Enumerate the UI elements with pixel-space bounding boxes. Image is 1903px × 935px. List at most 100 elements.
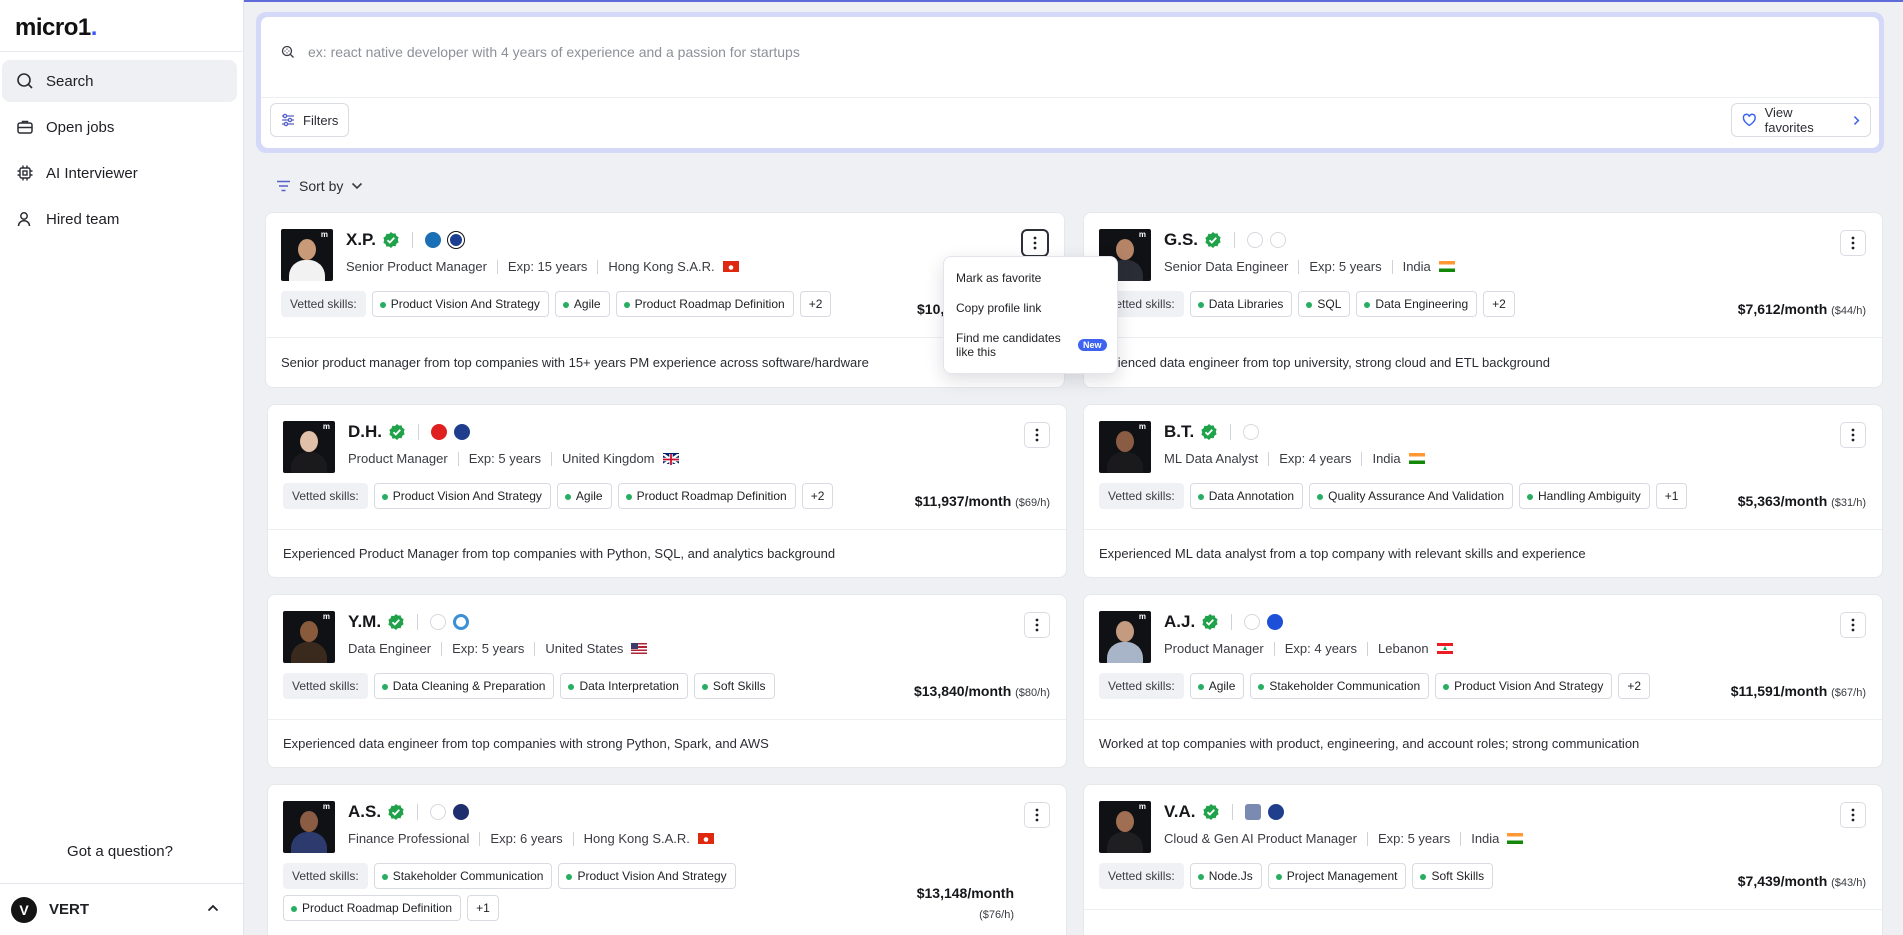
company-logo-icon [431, 424, 447, 440]
more-options-button[interactable] [1024, 612, 1050, 638]
more-skills-chip[interactable]: +1 [1655, 483, 1688, 509]
candidate-meta: Cloud & Gen AI Product Manager Exp: 5 ye… [1164, 831, 1524, 846]
candidate-card[interactable]: m Y.M. Data Engineer Exp: 5 years United… [267, 594, 1067, 768]
flag-icon [722, 261, 739, 272]
more-options-button[interactable] [1840, 802, 1866, 828]
people-icon [17, 212, 31, 227]
separator [551, 451, 552, 466]
candidate-price: $13,148/month ($76/h) [916, 885, 1014, 921]
candidate-meta: Product Manager Exp: 4 years Lebanon [1164, 641, 1453, 656]
candidate-card[interactable]: m A.J. Product Manager Exp: 4 years Leba… [1083, 594, 1883, 768]
candidate-card[interactable]: m D.H. Product Manager Exp: 5 years Unit… [267, 404, 1067, 578]
search-icon [17, 73, 33, 89]
search-input[interactable]: ex: react native developer with 4 years … [261, 17, 1879, 97]
candidate-name: X.P. [346, 230, 376, 249]
more-skills-chip[interactable]: +2 [801, 483, 834, 509]
skill-chip: Data Cleaning & Preparation [373, 673, 555, 699]
skill-chip: Stakeholder Communication [1250, 673, 1430, 699]
separator [479, 831, 481, 846]
search-box: ex: react native developer with 4 years … [261, 17, 1879, 148]
skill-chip: Handling Ambiguity [1519, 483, 1650, 509]
more-options-button[interactable] [1840, 230, 1866, 256]
candidate-card[interactable]: m G.S. Senior Data Engineer Exp: 5 years… [1083, 212, 1883, 388]
more-skills-chip[interactable]: +2 [1483, 291, 1515, 317]
vetted-skills: Vetted skills: Node.Js Project Managemen… [1099, 863, 1699, 889]
sidebar-item-open-jobs[interactable]: Open jobs [2, 106, 237, 148]
candidate-meta: ML Data Analyst Exp: 4 years India [1164, 451, 1425, 466]
sidebar-item-hired-team[interactable]: Hired team [2, 198, 237, 240]
sort-lines-icon [277, 180, 290, 192]
skill-chip: Soft Skills [1412, 863, 1494, 889]
sort-by-dropdown[interactable]: Sort by [276, 178, 371, 194]
filters-button[interactable]: Filters [270, 103, 350, 137]
skill-chip: Agile [1189, 673, 1245, 699]
card-divider [268, 719, 1066, 720]
company-logo-icon [430, 804, 447, 820]
verified-badge-icon [1201, 424, 1217, 440]
separator [1273, 641, 1275, 656]
separator [572, 831, 574, 846]
more-options-button[interactable] [1840, 422, 1866, 448]
candidate-description: Experienced data engineer from top compa… [283, 736, 769, 751]
vetted-skills: Vetted skills: Data Libraries SQL Data E… [1099, 291, 1699, 317]
vetted-skills-label: Vetted skills: [283, 673, 368, 699]
vetted-skills-label: Vetted skills: [283, 863, 368, 889]
more-options-button[interactable] [1024, 802, 1050, 828]
more-skills-chip[interactable]: +2 [799, 291, 832, 317]
skill-chip: Product Roadmap Definition [283, 895, 462, 921]
help-question-link[interactable]: Got a question? [0, 843, 240, 860]
sidebar-item-search[interactable]: Search [2, 60, 237, 102]
more-skills-chip[interactable]: +2 [1618, 673, 1651, 699]
skill-chip: Agile [554, 291, 610, 317]
candidate-role: Senior Data Engineer [1164, 259, 1289, 274]
kebab-icon [1035, 618, 1039, 632]
menu-item-mark-favorite[interactable]: Mark as favorite [956, 271, 1041, 285]
candidate-name: A.S. [348, 802, 382, 821]
kebab-icon [1035, 428, 1039, 442]
favorites-label: View favorites [1764, 105, 1814, 135]
menu-item-find-similar[interactable]: Find me candidates like this [956, 331, 1061, 359]
candidate-card[interactable]: m V.A. Cloud & Gen AI Product Manager Ex… [1083, 784, 1883, 935]
skill-chip: Product Vision And Strategy [371, 291, 549, 317]
kebab-icon [1851, 236, 1855, 250]
candidate-price: $7,612/month ($44/h) [1737, 301, 1866, 317]
candidate-card[interactable]: m A.S. Finance Professional Exp: 6 years… [267, 784, 1067, 935]
chevron-up-icon[interactable] [207, 904, 219, 912]
search-placeholder: ex: react native developer with 4 years … [308, 44, 800, 60]
card-divider [1084, 529, 1882, 530]
sidebar-item-ai-interviewer[interactable]: AI Interviewer [2, 152, 237, 194]
candidate-location: United States [545, 641, 624, 656]
menu-item-copy-link[interactable]: Copy profile link [956, 301, 1041, 315]
divider [261, 97, 1879, 98]
candidate-experience: Exp: 4 years [1279, 451, 1352, 466]
more-skills-chip[interactable]: +1 [467, 895, 499, 921]
candidate-location: India [1372, 451, 1401, 466]
skill-chip: Soft Skills [693, 673, 775, 699]
company-logo-icon [447, 232, 464, 248]
vetted-skills: Vetted skills: Data Cleaning & Preparati… [283, 673, 883, 699]
view-favorites-button[interactable]: View favorites [1731, 103, 1871, 137]
sidebar-divider [0, 51, 244, 52]
menu-item-label: like this [956, 345, 997, 359]
skill-chip: Stakeholder Communication [373, 863, 553, 889]
candidate-name: Y.M. [348, 612, 382, 631]
candidate-meta: Senior Product Manager Exp: 15 years Hon… [346, 259, 739, 274]
separator [1460, 831, 1462, 846]
separator [417, 804, 419, 820]
more-options-button[interactable] [1840, 612, 1866, 638]
separator [1268, 451, 1270, 466]
app-logo[interactable]: micro1. [15, 14, 97, 42]
user-menu[interactable]: V VERT [0, 883, 244, 935]
candidate-price: $5,363/month ($31/h) [1737, 493, 1866, 509]
new-badge: New [1078, 339, 1107, 351]
separator [417, 614, 419, 630]
separator [457, 451, 459, 466]
candidate-card[interactable]: m B.T. ML Data Analyst Exp: 4 years Indi… [1083, 404, 1883, 578]
company-logo-icon [1267, 804, 1284, 820]
more-options-button[interactable] [1022, 230, 1048, 256]
candidate-photo: m [283, 801, 335, 853]
sidebar-item-label: Open jobs [46, 118, 115, 136]
candidate-photo: m [1099, 421, 1151, 473]
more-options-button[interactable] [1024, 422, 1050, 448]
flag-icon [661, 453, 680, 466]
